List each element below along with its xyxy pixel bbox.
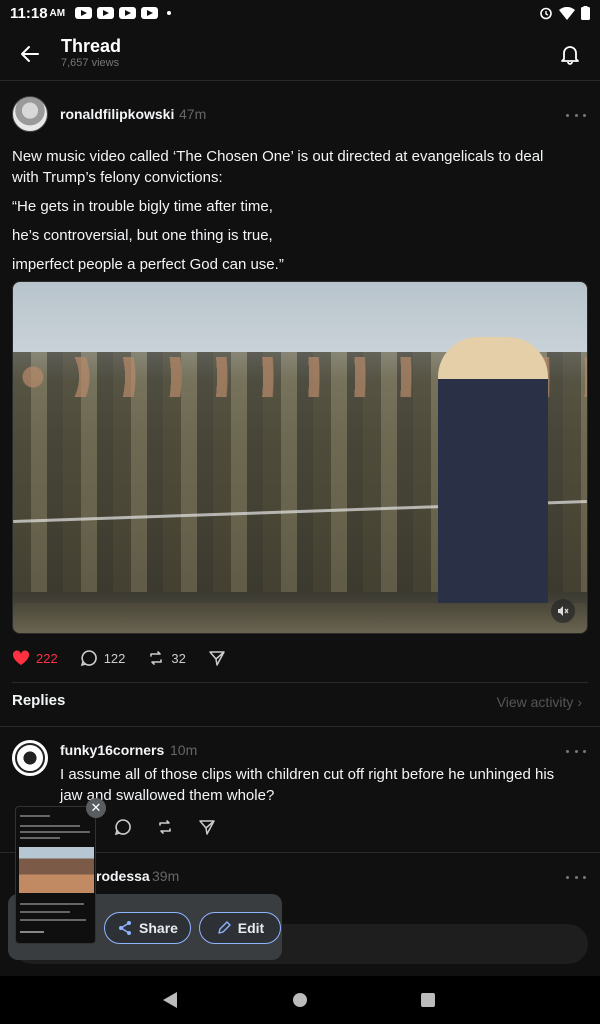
comment-icon [80, 650, 97, 667]
avatar[interactable] [12, 740, 48, 776]
back-button[interactable] [14, 38, 46, 70]
post-text-line: he’s controversial, but one thing is tru… [12, 227, 273, 244]
divider [0, 726, 600, 727]
post-actions: 222 122 32 [12, 648, 254, 668]
edit-label: Edit [237, 920, 265, 936]
edit-button[interactable]: Edit [199, 912, 281, 944]
reply-more-button[interactable] [566, 744, 586, 758]
comment-icon[interactable] [114, 818, 132, 836]
arrow-left-icon [21, 46, 39, 62]
repost-icon [150, 651, 163, 665]
post-more-button[interactable] [566, 108, 586, 122]
repost-icon[interactable] [156, 818, 174, 836]
post-text: New music video called ‘The Chosen One’ … [12, 146, 572, 283]
post-video[interactable] [12, 281, 588, 634]
heart-icon [12, 650, 30, 665]
like-count: 222 [36, 650, 58, 666]
reply-more-button[interactable] [566, 870, 586, 884]
nav-recents-button[interactable] [421, 993, 435, 1007]
youtube-notification-icon [75, 7, 93, 19]
status-ampm: AM [49, 7, 66, 19]
bell-icon [561, 46, 579, 65]
close-thumbnail-button[interactable]: ✕ [86, 798, 106, 818]
repost-count: 32 [171, 650, 186, 666]
like-button[interactable]: 222 [12, 650, 58, 666]
post-username[interactable]: ronaldfilipkowski [60, 106, 174, 122]
share-label: Share [139, 920, 178, 936]
volume-off-icon [558, 606, 569, 616]
wifi-icon [559, 6, 575, 20]
send-icon [209, 651, 225, 666]
video-figure [438, 337, 548, 633]
divider [12, 682, 588, 683]
reply-text: I assume all of those clips with childre… [60, 766, 555, 804]
page-title: Thread [61, 36, 122, 56]
system-nav-bar [0, 976, 600, 1024]
send-icon[interactable] [198, 818, 216, 836]
status-bar: 11:18 AM [0, 0, 600, 26]
screenshot-thumbnail[interactable] [15, 806, 96, 944]
reply-username[interactable]: rodessa [96, 868, 150, 884]
pencil-icon [218, 921, 231, 934]
video-ground [13, 603, 587, 633]
more-notifications-icon [167, 11, 172, 15]
view-activity-label: View activity [496, 694, 574, 710]
chevron-right-icon: › [577, 694, 582, 710]
reply-username[interactable]: funky16corners [60, 742, 164, 758]
reply-time: 10m [170, 742, 198, 758]
post-text-line: “He gets in trouble bigly time after tim… [12, 198, 273, 215]
comment-button[interactable]: 122 [80, 649, 126, 667]
battery-icon [581, 6, 590, 20]
repost-button[interactable]: 32 [147, 649, 186, 667]
comment-count: 122 [103, 650, 126, 666]
post-text-line: New music video called ‘The Chosen One’ … [12, 148, 544, 186]
close-icon: ✕ [90, 800, 102, 815]
reply-time: 39m [152, 868, 180, 884]
youtube-notification-icon [119, 7, 137, 19]
share-icon [119, 921, 132, 935]
youtube-notification-icon [141, 7, 159, 19]
view-count: 7,657 views [61, 57, 120, 69]
notifications-button[interactable] [554, 38, 586, 70]
nav-back-button[interactable] [163, 992, 177, 1008]
app-bar: Thread 7,657 views [0, 26, 600, 81]
nav-home-button[interactable] [293, 993, 307, 1007]
post-time: 47m [179, 106, 207, 122]
mute-button[interactable] [551, 599, 575, 623]
share-button[interactable]: Share [104, 912, 191, 944]
view-activity-link[interactable]: View activity › [497, 694, 582, 710]
alarm-icon [540, 7, 552, 20]
youtube-notification-icon [97, 7, 115, 19]
avatar[interactable] [12, 96, 48, 132]
reply-actions [114, 818, 216, 836]
status-time: 11:18 [10, 4, 48, 22]
post-text-line: imperfect people a perfect God can use.” [12, 256, 284, 273]
send-button[interactable] [208, 649, 232, 667]
